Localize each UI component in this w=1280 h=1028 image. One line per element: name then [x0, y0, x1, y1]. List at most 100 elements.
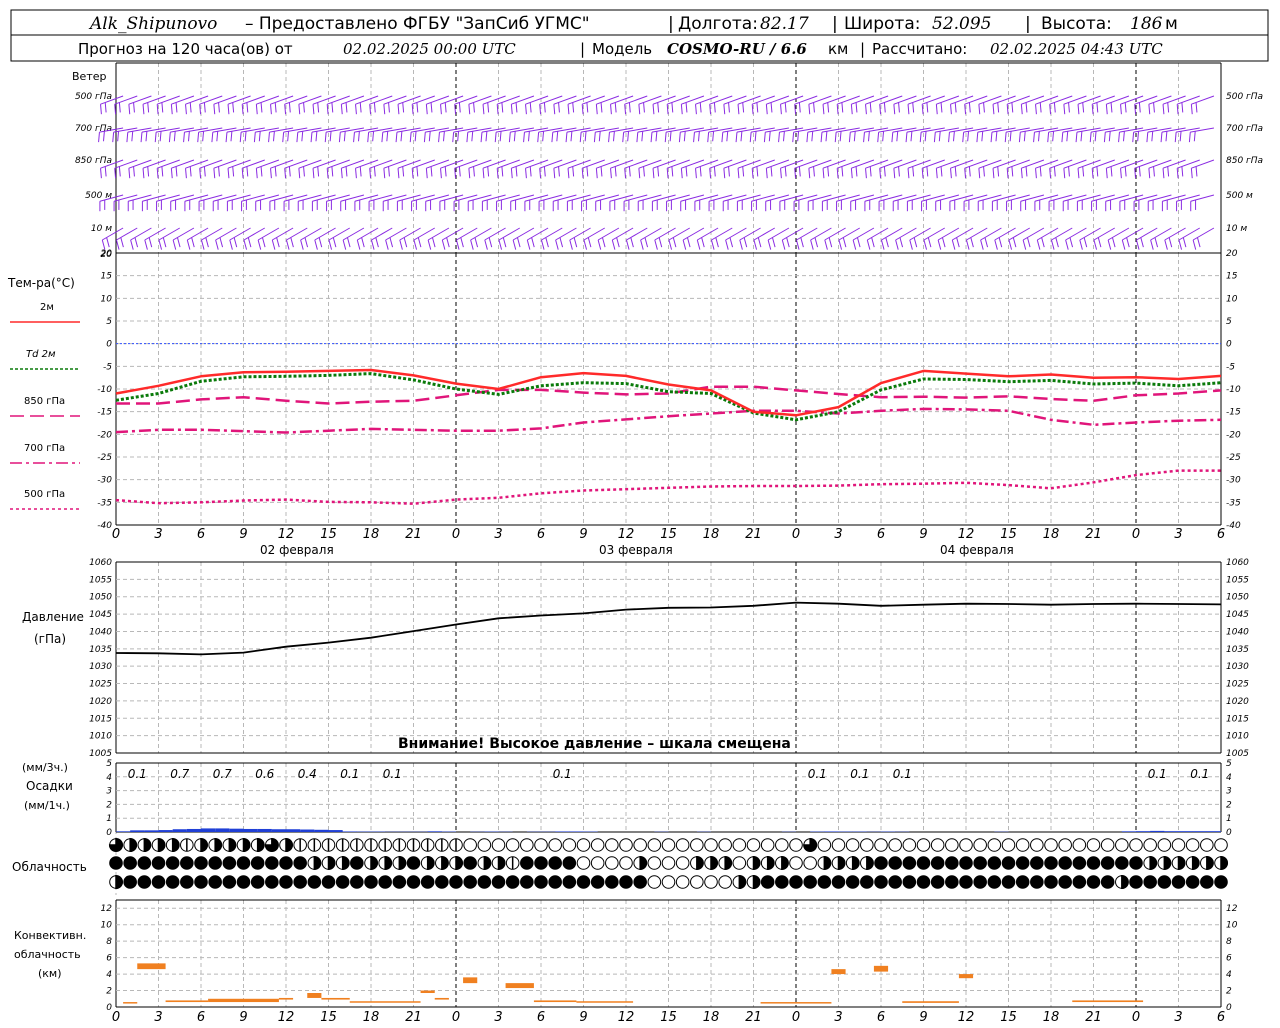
wind-barb-shaft — [1049, 195, 1072, 201]
precip-axis-tick-label-right: 1 — [1226, 814, 1232, 824]
wind-barb-shaft — [1162, 195, 1185, 201]
wind-barb-feather — [347, 238, 350, 248]
cloud-symbol-overcast — [988, 876, 1001, 889]
conv-cloud-segment — [902, 1001, 959, 1003]
wind-barb-feather — [1154, 102, 1155, 112]
wind-barb-feather — [766, 168, 767, 178]
wind-barb-shaft — [355, 195, 378, 201]
wind-barb-feather — [1053, 131, 1054, 141]
wind-barb-feather — [922, 104, 923, 114]
precip-bar — [258, 829, 272, 832]
wind-barb-feather — [729, 102, 730, 112]
wind-barb-feather — [892, 132, 893, 142]
cloud-symbol-overcast — [1031, 876, 1044, 889]
wind-barb-shaft — [369, 195, 392, 201]
wind-barb-feather — [186, 168, 187, 178]
wind-barb-feather — [417, 166, 418, 176]
wind-barb-feather — [722, 132, 723, 142]
cloud-symbol-fill — [484, 857, 490, 870]
wind-barb — [821, 128, 846, 142]
wind-barb-feather — [129, 168, 130, 178]
wind-barb-feather — [1007, 168, 1008, 178]
wind-barb-feather — [851, 104, 852, 114]
wind-barb-feather — [617, 238, 620, 248]
wind-barb-feather — [752, 104, 753, 114]
cloud-symbol-overcast — [1215, 876, 1228, 889]
cloud-symbol-clear — [960, 839, 973, 852]
cloud-symbol-overcast — [549, 857, 562, 870]
alt-label: Высота: — [1041, 14, 1112, 34]
conv-cloud-segment — [534, 1000, 577, 1002]
forecast-label: Прогноз на 120 часа(ов) от — [78, 40, 293, 58]
cloud-symbol-fill — [1193, 857, 1199, 870]
wind-barb-feather — [1135, 104, 1136, 114]
cloud-symbol-overcast — [946, 857, 959, 870]
wind-barb-feather — [1019, 132, 1020, 142]
wind-barb-feather — [667, 104, 668, 114]
wind-barb — [329, 228, 350, 250]
wind-barb-feather — [162, 166, 163, 176]
wind-barb-feather — [957, 238, 960, 248]
wind-barb-feather — [598, 240, 601, 250]
cloud-symbol-overcast — [1130, 876, 1143, 889]
wind-barb-feather — [319, 238, 322, 248]
conv-cloud-segment — [307, 993, 321, 998]
conv-axis-tick-label-right: 2 — [1226, 987, 1232, 997]
wind-barb-feather — [271, 168, 272, 178]
cloud-symbol-clear — [776, 839, 789, 852]
wind-barb — [497, 195, 520, 211]
wind-barb-feather — [1149, 104, 1150, 114]
wind-barb-shaft — [539, 195, 562, 201]
cloud-symbol-clear — [974, 839, 987, 852]
wind-barb-feather — [401, 131, 402, 141]
wind-barb-feather — [274, 131, 275, 141]
wind-barb-feather — [965, 104, 966, 114]
wind-barb-feather — [971, 238, 974, 248]
wind-barb-feather — [488, 102, 489, 112]
wind-barb-feather — [951, 168, 952, 178]
wind-level-label-right: 850 гПа — [1226, 156, 1263, 166]
wind-barb-feather — [1010, 131, 1011, 141]
wind-barb-feather — [683, 240, 686, 250]
conv-cloud-segment — [123, 1002, 137, 1004]
cloud-symbol-fill — [1150, 857, 1156, 870]
wind-barb-feather — [814, 102, 815, 112]
precip-bar — [329, 830, 343, 832]
cloud-symbol-overcast — [280, 876, 293, 889]
lat-value: 52.095 — [932, 14, 991, 34]
wind-barb — [910, 228, 931, 250]
wind-barb-feather — [1161, 132, 1162, 142]
cloud-symbol-clear — [931, 839, 944, 852]
wind-level-label: 700 гПа — [75, 124, 112, 134]
wind-barb-feather — [785, 102, 786, 112]
wind-barb-shaft — [964, 195, 987, 201]
cloud-symbol-clear — [549, 839, 562, 852]
wind-barb-feather — [1078, 104, 1079, 114]
wind-barb — [354, 128, 379, 142]
wind-barb — [892, 128, 917, 142]
wind-barb-feather — [426, 104, 427, 114]
wind-barb-feather — [787, 238, 790, 248]
cloud-symbol-overcast — [237, 876, 250, 889]
pressure-axis-tick-label: 1060 — [89, 558, 112, 568]
wind-barb-feather — [784, 131, 785, 141]
conv-axis-tick-label-right: 12 — [1226, 904, 1238, 914]
conv-cloud-segment — [959, 974, 973, 978]
wind-barb-feather — [781, 104, 782, 114]
cloud-symbol-clear — [1186, 839, 1199, 852]
wind-barb-feather — [127, 132, 128, 142]
wind-barb — [513, 228, 534, 250]
wind-barb-feather — [984, 166, 985, 176]
wind-barb-feather — [1168, 102, 1169, 112]
wind-barb-shaft — [426, 195, 449, 201]
wind-barb-feather — [764, 132, 765, 142]
wind-barb-feather — [1050, 104, 1051, 114]
precip-3h-total: 0.1 — [808, 767, 827, 781]
wind-barb-feather — [248, 238, 251, 248]
wind-barb-feather — [1196, 102, 1197, 112]
cloud-symbol-overcast — [903, 876, 916, 889]
wind-barb-feather — [752, 168, 753, 178]
precip-bar — [555, 831, 569, 832]
wind-barb-feather — [329, 240, 332, 250]
wind-barb-shaft — [327, 195, 350, 201]
